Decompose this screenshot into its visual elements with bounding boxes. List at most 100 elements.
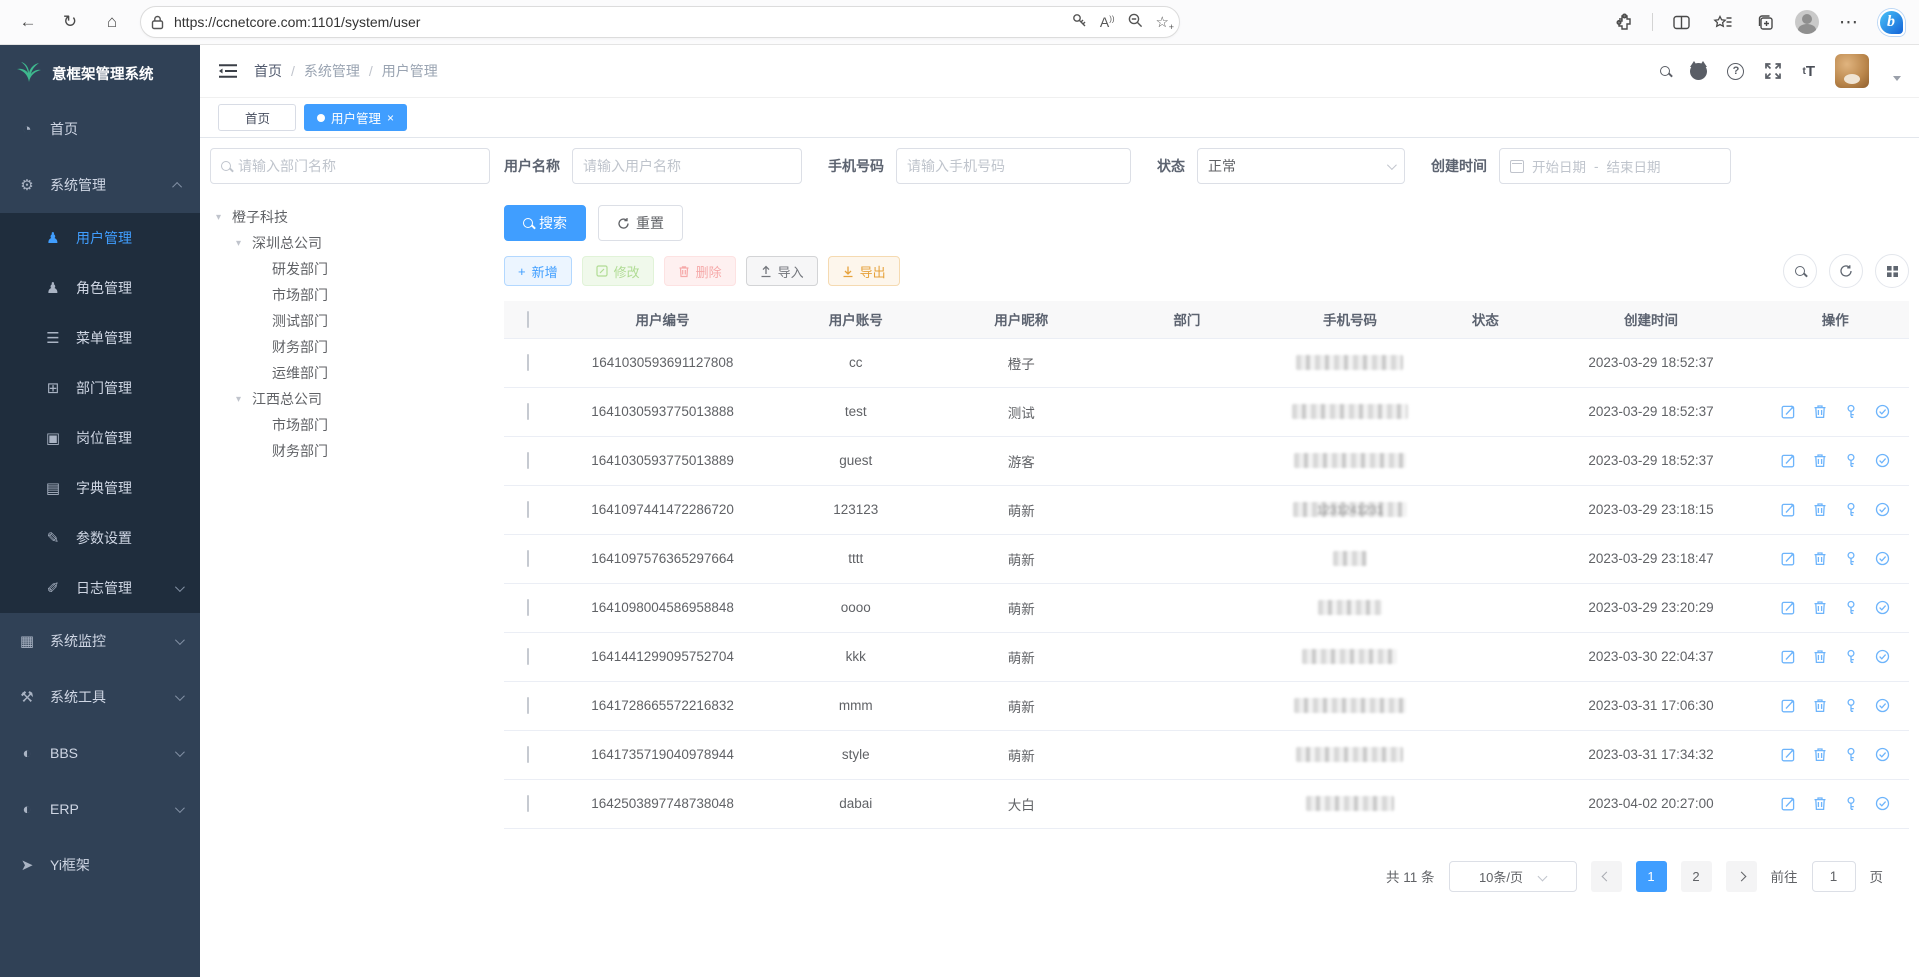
delete-icon[interactable] — [1813, 698, 1827, 713]
assign-role-icon[interactable] — [1875, 453, 1890, 468]
edit-icon[interactable] — [1781, 502, 1796, 517]
export-button[interactable]: 导出 — [828, 256, 900, 286]
bing-copilot-icon[interactable]: b — [1877, 8, 1905, 36]
row-checkbox[interactable] — [527, 550, 529, 567]
delete-icon[interactable] — [1813, 649, 1827, 664]
address-bar[interactable]: https://ccnetcore.com:1101/system/user A… — [140, 6, 1180, 38]
username-input[interactable] — [583, 158, 791, 174]
github-icon[interactable] — [1690, 63, 1707, 80]
user-avatar[interactable] — [1835, 54, 1869, 88]
delete-button[interactable]: 删除 — [664, 256, 736, 286]
profile-icon[interactable] — [1793, 8, 1821, 36]
edit-icon[interactable] — [1781, 698, 1796, 713]
edit-icon[interactable] — [1781, 453, 1796, 468]
goto-page-input[interactable]: 1 — [1812, 861, 1856, 892]
tree-node[interactable]: ▾ 江西总公司 — [210, 386, 490, 412]
delete-icon[interactable] — [1813, 796, 1827, 811]
reset-password-icon[interactable] — [1844, 453, 1858, 468]
edit-icon[interactable] — [1781, 649, 1796, 664]
delete-icon[interactable] — [1813, 551, 1827, 566]
tree-node[interactable]: ▾ 深圳总公司 — [210, 230, 490, 256]
edit-icon[interactable] — [1781, 404, 1796, 419]
split-screen-icon[interactable] — [1667, 8, 1695, 36]
delete-icon[interactable] — [1813, 600, 1827, 615]
page-number-button[interactable]: 2 — [1681, 861, 1712, 892]
url-text[interactable]: https://ccnetcore.com:1101/system/user — [174, 14, 1061, 30]
prev-page-button[interactable] — [1591, 861, 1622, 892]
phone-input[interactable] — [907, 158, 1120, 174]
row-checkbox[interactable] — [527, 599, 529, 616]
tab-close-icon[interactable]: × — [387, 111, 394, 125]
sidebar-item[interactable]: ▦ 系统监控 — [0, 613, 200, 669]
edit-icon[interactable] — [1781, 600, 1796, 615]
zoom-out-icon[interactable] — [1127, 12, 1144, 32]
tree-caret-icon[interactable]: ▾ — [216, 212, 226, 223]
tree-node[interactable]: ▾ 运维部门 — [210, 360, 490, 386]
collections-icon[interactable] — [1751, 8, 1779, 36]
sidebar-subitem[interactable]: ☰ 菜单管理 — [0, 313, 200, 363]
avatar-caret-icon[interactable] — [1893, 76, 1901, 81]
sidebar-item[interactable]: ◐ BBS — [0, 725, 200, 781]
font-size-icon[interactable]: tT — [1802, 63, 1815, 80]
tree-caret-icon[interactable]: ▾ — [236, 394, 246, 405]
page-tab[interactable]: 首页 × — [218, 104, 296, 131]
edit-icon[interactable] — [1781, 551, 1796, 566]
reset-password-icon[interactable] — [1844, 551, 1858, 566]
delete-icon[interactable] — [1813, 453, 1827, 468]
delete-icon[interactable] — [1813, 502, 1827, 517]
reset-password-icon[interactable] — [1844, 600, 1858, 615]
breadcrumb-home[interactable]: 首页 — [254, 61, 282, 81]
app-logo[interactable]: 意框架管理系统 — [0, 45, 200, 101]
tree-node[interactable]: ▾ 市场部门 — [210, 282, 490, 308]
row-checkbox[interactable] — [527, 452, 529, 469]
department-search-input[interactable] — [238, 158, 479, 174]
reset-password-icon[interactable] — [1844, 649, 1858, 664]
extensions-icon[interactable] — [1610, 8, 1638, 36]
home-icon[interactable]: ⌂ — [98, 8, 126, 36]
reset-password-icon[interactable] — [1844, 404, 1858, 419]
assign-role-icon[interactable] — [1875, 404, 1890, 419]
tree-caret-icon[interactable]: ▾ — [236, 238, 246, 249]
assign-role-icon[interactable] — [1875, 698, 1890, 713]
breadcrumb-system[interactable]: 系统管理 — [304, 61, 360, 81]
row-checkbox[interactable] — [527, 354, 529, 371]
import-button[interactable]: 导入 — [746, 256, 818, 286]
sidebar-item[interactable]: ⚒ 系统工具 — [0, 669, 200, 725]
assign-role-icon[interactable] — [1875, 600, 1890, 615]
tree-node[interactable]: ▾ 财务部门 — [210, 334, 490, 360]
reset-password-icon[interactable] — [1844, 698, 1858, 713]
row-checkbox[interactable] — [527, 648, 529, 665]
help-icon[interactable]: ? — [1727, 63, 1744, 80]
sidebar-subitem[interactable]: ⊞ 部门管理 — [0, 363, 200, 413]
row-checkbox[interactable] — [527, 403, 529, 420]
favorite-star-add-icon[interactable]: ☆+ — [1156, 13, 1169, 31]
sidebar-subitem[interactable]: ♟ 角色管理 — [0, 263, 200, 313]
back-icon[interactable]: ← — [14, 8, 42, 36]
reset-button[interactable]: 重置 — [598, 205, 683, 241]
edit-button[interactable]: 修改 — [582, 256, 654, 286]
row-checkbox[interactable] — [527, 746, 529, 763]
sidebar-item[interactable]: ◔ 首页 — [0, 101, 200, 157]
search-icon[interactable] — [1660, 66, 1670, 76]
delete-icon[interactable] — [1813, 404, 1827, 419]
favorites-bar-icon[interactable] — [1709, 8, 1737, 36]
more-menu-icon[interactable]: ⋯ — [1835, 8, 1863, 36]
assign-role-icon[interactable] — [1875, 551, 1890, 566]
read-aloud-icon[interactable]: A)) — [1100, 14, 1115, 30]
sidebar-item[interactable]: ◐ ERP — [0, 781, 200, 837]
sidebar-subitem[interactable]: ▣ 岗位管理 — [0, 413, 200, 463]
delete-icon[interactable] — [1813, 747, 1827, 762]
tree-node[interactable]: ▾ 橙子科技 — [210, 204, 490, 230]
row-checkbox[interactable] — [527, 795, 529, 812]
tree-node[interactable]: ▾ 测试部门 — [210, 308, 490, 334]
fullscreen-icon[interactable] — [1764, 62, 1782, 80]
sidebar-subitem[interactable]: ▤ 字典管理 — [0, 463, 200, 513]
refresh-circle-icon[interactable] — [1829, 254, 1863, 288]
select-all-checkbox[interactable] — [527, 311, 529, 328]
add-button[interactable]: +新增 — [504, 256, 572, 286]
refresh-icon[interactable]: ↻ — [56, 8, 84, 36]
assign-role-icon[interactable] — [1875, 796, 1890, 811]
edit-icon[interactable] — [1781, 747, 1796, 762]
collapse-sidebar-icon[interactable] — [218, 63, 238, 79]
sidebar-item[interactable]: ➤ Yi框架 — [0, 837, 200, 893]
